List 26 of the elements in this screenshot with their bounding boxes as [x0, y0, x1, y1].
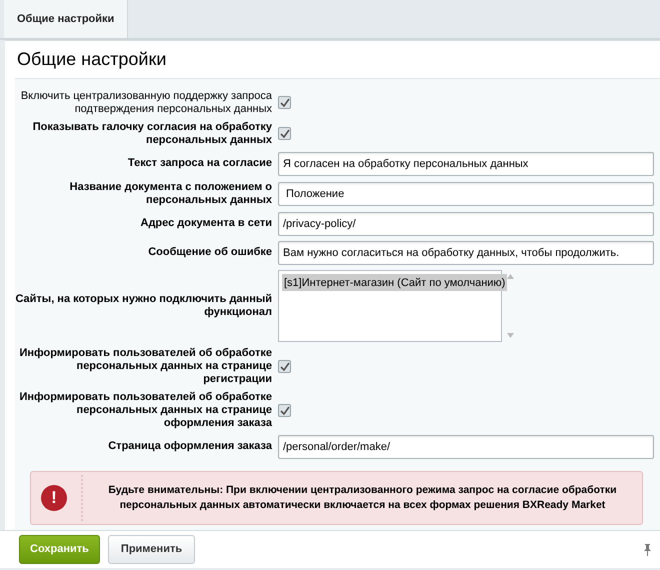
text-input[interactable]: Я согласен на обработку персональных данных	[278, 152, 654, 176]
field-label: Сообщение об ошибке	[147, 246, 272, 260]
field-label: Сайты, на которых нужно подключить данный функционал	[15, 292, 272, 319]
field-label: Текст запроса на согласие	[126, 157, 272, 170]
text-input[interactable]: /personal/order/make/	[278, 434, 654, 459]
text-input[interactable]: Положение	[278, 182, 654, 206]
field-label: Адрес документа в сети	[140, 217, 272, 230]
text-input[interactable]: Вам нужно согласиться на обработку данных, чтобы продолжить.	[278, 240, 654, 265]
checkbox[interactable]	[278, 96, 291, 110]
field-label: Название документа с положением о персональных данных	[68, 180, 272, 207]
field-label: Информировать пользователей об обработке персональных данных на странице оформления заказа	[18, 390, 272, 430]
text-input[interactable]: /privacy-policy/	[278, 212, 654, 236]
field-label: Информировать пользователей об обработке персональных данных на странице регистрации	[18, 346, 272, 386]
checkbox[interactable]	[278, 404, 291, 417]
field-label: Страница оформления заказа	[107, 440, 272, 454]
field-label: Включить централизованную поддержку запроса подтверждения персональных данных	[20, 90, 272, 116]
apply-button[interactable]: Применить	[108, 535, 196, 564]
tab[interactable]: Общие настройки	[4, 0, 128, 38]
field-label: Показывать галочку согласия на обработку персональных данных	[32, 120, 272, 147]
warning-icon: !	[41, 484, 67, 511]
checkbox[interactable]	[278, 360, 291, 373]
checkbox[interactable]	[278, 127, 291, 140]
pin-icon[interactable]	[643, 544, 652, 556]
page-title: Общие настройки	[16, 48, 168, 71]
warning-text: Будьте внимательны: При включении централизованного режима запрос на согласие обработки персональных данных автоматически включается на всех формах решения BXReady Market	[107, 482, 618, 513]
list-option[interactable]: [s1]Интернет-магазин (Сайт по умолчанию)	[282, 274, 508, 291]
